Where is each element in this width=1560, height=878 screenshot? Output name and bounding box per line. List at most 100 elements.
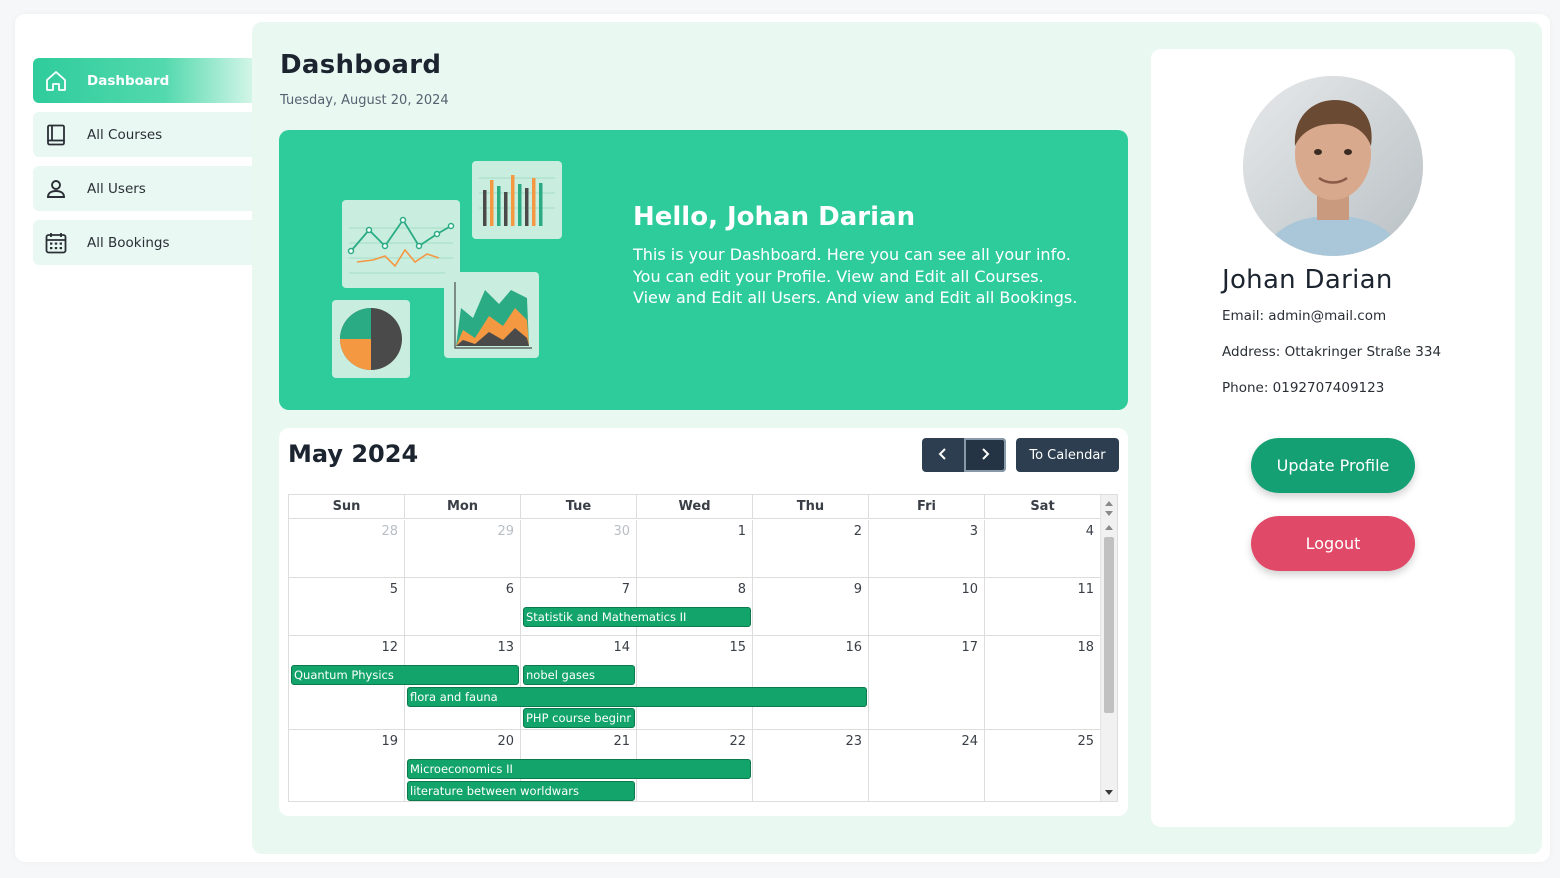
calendar-day-cell[interactable]: 17 — [869, 636, 985, 729]
scroll-up-arrow-icon[interactable] — [1105, 525, 1113, 530]
day-number: 7 — [621, 582, 630, 597]
calendar-day-cell[interactable]: 6 — [405, 578, 521, 635]
weekday-header: Fri — [869, 495, 985, 519]
avatar — [1243, 76, 1423, 256]
day-number: 11 — [1077, 582, 1094, 597]
welcome-banner: Hello, Johan Darian This is your Dashboa… — [279, 130, 1128, 410]
weekday-header: Thu — [753, 495, 869, 519]
weekday-header: Tue — [521, 495, 637, 519]
day-number: 10 — [961, 582, 978, 597]
book-icon — [43, 122, 69, 148]
calendar-day-cell[interactable]: 28 — [289, 520, 405, 577]
sidebar-item-users[interactable]: All Users — [33, 166, 252, 211]
day-number: 3 — [969, 524, 978, 539]
calendar-next-button[interactable] — [964, 438, 1006, 472]
calendar-week-row: 28 29 30 1 2 3 4 — [289, 520, 1101, 578]
calendar-week-row: 19 20 21 22 23 24 25 Microeconomics II l… — [289, 730, 1101, 801]
profile-card: Johan Darian Email: admin@mail.com Addre… — [1151, 49, 1515, 827]
calendar-day-cell[interactable]: 15 — [637, 636, 753, 729]
sidebar-item-label: All Courses — [87, 126, 163, 143]
weekday-header: Wed — [637, 495, 753, 519]
calendar-grid: Sun Mon Tue Wed Thu Fri Sat 28 29 30 1 2… — [288, 494, 1118, 802]
calendar-day-cell[interactable]: 16 — [753, 636, 869, 729]
calendar-event[interactable]: flora and fauna — [407, 687, 867, 707]
calendar-prev-button[interactable] — [922, 438, 964, 472]
day-number: 14 — [613, 640, 630, 655]
hero-text: This is your Dashboard. Here you can see… — [633, 245, 1078, 307]
day-number: 12 — [381, 640, 398, 655]
calendar-week-row: 12 13 14 15 16 17 18 Quantum Physics nob… — [289, 636, 1101, 730]
calendar-day-cell[interactable]: 23 — [753, 730, 869, 801]
main-panel: Dashboard Tuesday, August 20, 2024 Hello… — [252, 22, 1542, 854]
calendar-event[interactable]: Quantum Physics — [291, 665, 519, 685]
day-number: 2 — [853, 524, 862, 539]
profile-name: Johan Darian — [1222, 265, 1393, 295]
day-number: 16 — [845, 640, 862, 655]
sidebar-item-label: All Users — [87, 180, 146, 197]
calendar-event[interactable]: Microeconomics II — [407, 759, 751, 779]
update-profile-button[interactable]: Update Profile — [1251, 438, 1415, 493]
calendar-day-cell[interactable]: 30 — [521, 520, 637, 577]
calendar-day-cell[interactable]: 4 — [985, 520, 1101, 577]
day-number: 8 — [737, 582, 746, 597]
day-number: 29 — [497, 524, 514, 539]
weekday-header: Sun — [289, 495, 405, 519]
calendar-day-cell[interactable]: 19 — [289, 730, 405, 801]
day-number: 18 — [1077, 640, 1094, 655]
calendar-event[interactable]: literature between worldwars — [407, 781, 635, 801]
calendar-week-row: 5 6 7 8 9 10 11 Statistik and Mathematic… — [289, 578, 1101, 636]
scroll-down-arrow-icon[interactable] — [1105, 790, 1113, 795]
dashboard-illustration — [332, 161, 562, 378]
calendar-day-cell[interactable]: 18 — [985, 636, 1101, 729]
calendar-header-row: Sun Mon Tue Wed Thu Fri Sat — [289, 495, 1101, 519]
calendar-day-cell[interactable]: 29 — [405, 520, 521, 577]
profile-phone: Phone: 0192707409123 — [1222, 380, 1385, 396]
day-number: 17 — [961, 640, 978, 655]
page-title: Dashboard — [280, 50, 442, 80]
day-number: 24 — [961, 734, 978, 749]
calendar-event[interactable]: Statistik and Mathematics II — [523, 607, 751, 627]
sidebar-item-dashboard[interactable]: Dashboard — [33, 58, 252, 103]
day-number: 5 — [389, 582, 398, 597]
logout-button[interactable]: Logout — [1251, 516, 1415, 571]
day-number: 1 — [737, 524, 746, 539]
day-number: 19 — [381, 734, 398, 749]
calendar-day-cell[interactable]: 3 — [869, 520, 985, 577]
calendar-day-cell[interactable]: 1 — [637, 520, 753, 577]
profile-address: Address: Ottakringer Straße 334 — [1222, 344, 1442, 360]
day-number: 15 — [729, 640, 746, 655]
sidebar-item-bookings[interactable]: All Bookings — [33, 220, 252, 265]
calendar-day-cell[interactable]: 25 — [985, 730, 1101, 801]
day-number: 4 — [1085, 524, 1094, 539]
day-number: 20 — [497, 734, 514, 749]
day-number: 28 — [381, 524, 398, 539]
chevron-right-icon — [978, 447, 992, 464]
sidebar-item-label: Dashboard — [87, 72, 170, 89]
app-window: Dashboard All Courses All Users All Book… — [15, 14, 1550, 862]
calendar-icon — [43, 230, 69, 256]
calendar-event[interactable]: PHP course beginr — [523, 708, 635, 728]
calendar-day-cell[interactable]: 24 — [869, 730, 985, 801]
calendar-title: May 2024 — [288, 440, 419, 468]
scroll-down-arrow-icon[interactable] — [1105, 511, 1113, 516]
calendar-day-cell[interactable]: 2 — [753, 520, 869, 577]
calendar-scrollbar[interactable] — [1100, 495, 1117, 801]
day-number: 6 — [505, 582, 514, 597]
day-number: 23 — [845, 734, 862, 749]
chevron-left-icon — [936, 447, 950, 464]
calendar-day-cell[interactable]: 5 — [289, 578, 405, 635]
calendar-day-cell[interactable]: 9 — [753, 578, 869, 635]
weekday-header: Mon — [405, 495, 521, 519]
scrollbar-thumb[interactable] — [1104, 537, 1114, 713]
day-number: 13 — [497, 640, 514, 655]
calendar-day-cell[interactable]: 11 — [985, 578, 1101, 635]
day-number: 21 — [613, 734, 630, 749]
calendar-day-cell[interactable]: 10 — [869, 578, 985, 635]
sidebar-item-courses[interactable]: All Courses — [33, 112, 252, 157]
user-icon — [43, 176, 69, 202]
day-number: 25 — [1077, 734, 1094, 749]
page-date: Tuesday, August 20, 2024 — [280, 93, 449, 108]
calendar-event[interactable]: nobel gases — [523, 665, 635, 685]
scroll-up-arrow-icon[interactable] — [1105, 501, 1113, 506]
to-calendar-button[interactable]: To Calendar — [1016, 438, 1119, 472]
